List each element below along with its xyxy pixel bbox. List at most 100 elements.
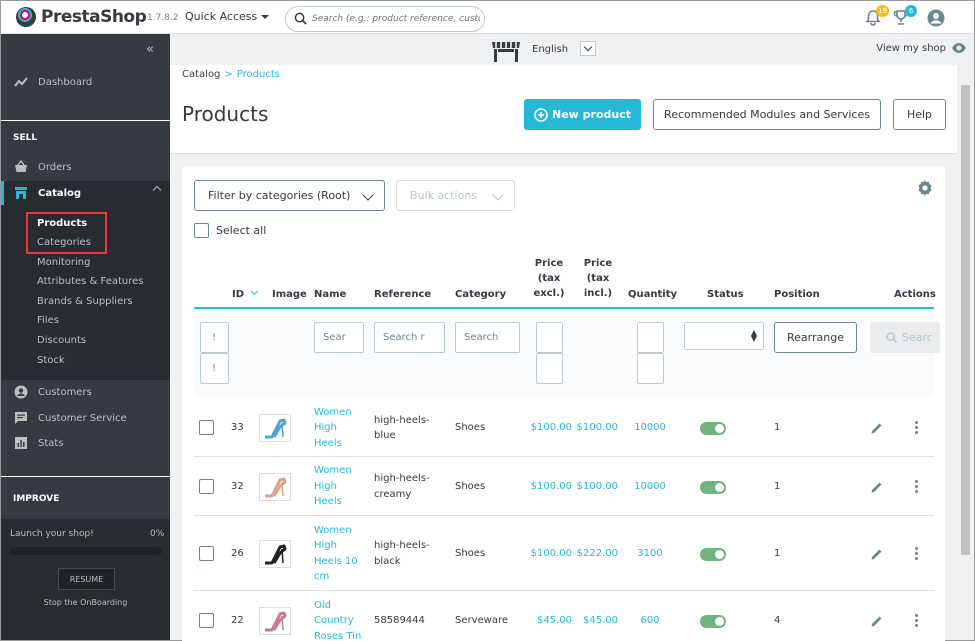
col-header-quantity[interactable]: Quantity — [628, 287, 677, 302]
product-name-link[interactable]: Old Country Roses Tin — [314, 598, 369, 641]
price-excl-link[interactable]: $100.00 — [522, 546, 572, 562]
edit-pencil-icon[interactable] — [870, 614, 884, 631]
sidebar-item-dashboard[interactable]: Dashboard — [1, 70, 170, 94]
help-button[interactable]: Help — [893, 99, 946, 130]
col-header-price-excl[interactable]: Price (tax excl.) — [531, 256, 567, 301]
submenu-item-monitoring[interactable]: Monitoring — [37, 257, 90, 268]
price-excl-link[interactable]: $100.00 — [522, 420, 572, 436]
onboarding-progress-bar — [10, 547, 162, 555]
row-checkbox[interactable] — [199, 545, 214, 561]
stop-onboarding-link[interactable]: Stop the OnBoarding — [1, 598, 170, 607]
quantity-min-filter[interactable] — [637, 322, 664, 353]
price-excl-max-filter[interactable] — [536, 353, 563, 384]
rearrange-button[interactable]: Rearrange — [774, 322, 857, 353]
bulk-actions-dropdown[interactable]: Bulk actions — [396, 180, 515, 211]
product-name-line: Women — [314, 406, 352, 418]
price-incl-link[interactable]: $100.00 — [568, 420, 618, 436]
price-incl-link[interactable]: $222.00 — [568, 546, 618, 562]
row-checkbox[interactable] — [199, 420, 214, 435]
status-toggle[interactable] — [700, 547, 726, 561]
col-header-position[interactable]: Position — [774, 287, 820, 302]
submenu-item-stock[interactable]: Stock — [37, 355, 65, 366]
status-toggle[interactable] — [700, 422, 726, 435]
price-excl-link[interactable]: $45.00 — [522, 613, 572, 629]
quantity-max-filter[interactable] — [637, 353, 664, 384]
sidebar-item-catalog[interactable]: Catalog — [1, 181, 170, 205]
product-name-link[interactable]: Women High Heels — [314, 405, 369, 452]
status-toggle[interactable] — [700, 615, 726, 628]
more-actions-icon[interactable] — [915, 479, 919, 495]
logo-text[interactable]: PrestaShop — [41, 7, 147, 27]
product-thumbnail[interactable] — [259, 472, 291, 501]
product-image-icon — [265, 544, 287, 564]
edit-pencil-icon[interactable] — [870, 480, 884, 497]
sidebar-item-customers[interactable]: Customers — [1, 380, 170, 404]
header-search[interactable] — [285, 6, 485, 32]
more-actions-icon[interactable] — [915, 546, 919, 562]
col-header-price-incl[interactable]: Price (tax incl.) — [580, 256, 616, 301]
price-excl-link[interactable]: $100.00 — [522, 479, 572, 495]
edit-pencil-icon[interactable] — [870, 547, 884, 564]
eye-icon[interactable] — [951, 42, 967, 54]
product-thumbnail[interactable] — [259, 539, 291, 568]
row-checkbox[interactable] — [199, 478, 214, 494]
search-input[interactable] — [312, 11, 480, 27]
quantity-link[interactable]: 600 — [624, 613, 676, 629]
product-thumbnail[interactable] — [259, 607, 291, 635]
submenu-item-files[interactable]: Files — [37, 315, 59, 326]
price-incl-line1: Price — [583, 258, 613, 269]
quick-access-dropdown[interactable]: Quick Access — [185, 10, 270, 23]
recommended-modules-button[interactable]: Recommended Modules and Services — [653, 99, 881, 130]
prestashop-logo-icon[interactable] — [16, 7, 36, 27]
status-filter-select[interactable]: ▲ ▼ — [684, 322, 764, 350]
new-product-button[interactable]: New product — [524, 99, 641, 130]
col-header-name[interactable]: Name — [314, 287, 346, 302]
product-name-link[interactable]: Women High Heels — [314, 463, 369, 510]
submenu-item-brands[interactable]: Brands & Suppliers — [37, 296, 133, 307]
gear-icon[interactable] — [917, 180, 933, 196]
col-header-status[interactable]: Status — [707, 287, 744, 302]
status-toggle[interactable] — [700, 480, 726, 494]
search-icon — [294, 12, 307, 25]
collapse-sidebar-icon[interactable]: « — [146, 42, 154, 57]
price-incl-link[interactable]: $45.00 — [568, 613, 618, 629]
name-filter-input[interactable]: Sear — [314, 322, 364, 353]
id-max-filter[interactable]: ! — [200, 353, 229, 384]
product-name-link[interactable]: Women High Heels 10 cm — [314, 523, 369, 585]
id-min-filter[interactable]: ! — [200, 322, 229, 353]
more-actions-icon[interactable] — [915, 614, 919, 629]
product-thumbnail[interactable] — [259, 414, 291, 442]
submenu-item-discounts[interactable]: Discounts — [37, 335, 86, 346]
view-my-shop-link[interactable]: View my shop — [876, 43, 946, 54]
reference-filter-input[interactable]: Search r — [374, 322, 445, 353]
filter-categories-dropdown[interactable]: Filter by categories (Root) — [194, 180, 385, 211]
language-dropdown[interactable] — [580, 41, 596, 56]
breadcrumb-products[interactable]: Products — [237, 69, 280, 80]
price-incl-link[interactable]: $100.00 — [568, 479, 618, 495]
row-checkbox[interactable] — [199, 613, 214, 628]
scrollbar-thumb[interactable] — [961, 85, 970, 555]
notifications-button[interactable]: 19 — [865, 5, 889, 27]
price-excl-min-filter[interactable] — [536, 322, 563, 353]
trophy-button[interactable]: 6 — [893, 5, 917, 27]
sidebar-item-stats[interactable]: Stats — [1, 431, 170, 455]
page-scrollbar[interactable] — [957, 65, 974, 640]
col-header-id[interactable]: ID — [232, 287, 259, 302]
col-header-category[interactable]: Category — [455, 287, 506, 302]
filter-search-button[interactable]: Searc — [870, 322, 940, 353]
quantity-link[interactable]: 10000 — [624, 479, 676, 495]
sidebar-item-customer-service[interactable]: Customer Service — [1, 406, 170, 430]
col-header-reference[interactable]: Reference — [374, 287, 431, 302]
quantity-link[interactable]: 10000 — [624, 420, 676, 436]
edit-pencil-icon[interactable] — [870, 421, 884, 438]
quantity-link[interactable]: 3100 — [624, 546, 676, 562]
sidebar-item-orders[interactable]: Orders — [1, 155, 170, 179]
breadcrumb-catalog[interactable]: Catalog — [182, 69, 220, 80]
resume-button[interactable]: RESUME — [58, 568, 115, 590]
more-actions-icon[interactable] — [915, 421, 919, 436]
category-filter-input[interactable]: Search — [455, 322, 520, 353]
submenu-item-attributes[interactable]: Attributes & Features — [37, 276, 144, 287]
select-all-checkbox[interactable] — [194, 223, 209, 238]
account-button[interactable] — [927, 9, 945, 27]
reference-line: high-heels- — [374, 414, 430, 426]
